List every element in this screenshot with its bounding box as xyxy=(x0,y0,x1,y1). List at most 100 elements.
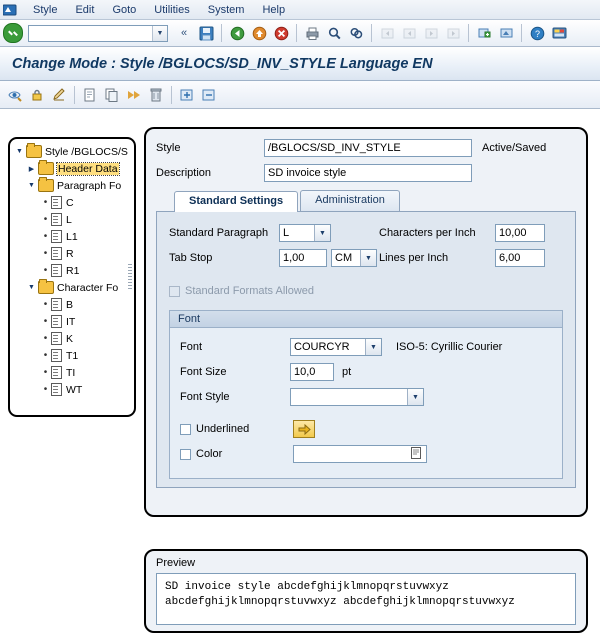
last-page-icon[interactable] xyxy=(443,23,463,43)
tree-node-character-it[interactable]: • IT xyxy=(12,313,134,330)
chevron-down-icon[interactable]: ▼ xyxy=(14,146,25,157)
chevron-down-icon[interactable]: ▼ xyxy=(26,282,37,293)
find-next-icon[interactable] xyxy=(346,23,366,43)
chevron-down-icon[interactable]: ▼ xyxy=(360,250,376,266)
standard-paragraph-select[interactable]: L ▼ xyxy=(279,224,331,242)
tree-node-character-t1[interactable]: • T1 xyxy=(12,347,134,364)
font-style-select[interactable]: ▼ xyxy=(290,388,424,406)
tree-node-header-data[interactable]: ▶ Header Data xyxy=(12,160,134,177)
bullet-icon: • xyxy=(43,214,48,225)
exit-icon[interactable] xyxy=(249,23,269,43)
tree-node-character-ti[interactable]: • TI xyxy=(12,364,134,381)
previous-page-icon[interactable] xyxy=(399,23,419,43)
lock-icon[interactable] xyxy=(27,85,47,105)
command-field[interactable]: ▼ xyxy=(28,24,168,42)
lines-per-inch-input[interactable]: 6,00 xyxy=(495,249,545,267)
menu-item-system[interactable]: System xyxy=(199,2,254,18)
tab-stop-label: Tab Stop xyxy=(169,252,213,264)
create-icon[interactable] xyxy=(80,85,100,105)
menu-item-goto[interactable]: Goto xyxy=(103,2,145,18)
toolbar-separator xyxy=(74,85,75,104)
chevron-down-icon[interactable]: ▼ xyxy=(407,389,423,405)
print-icon[interactable] xyxy=(302,23,322,43)
delete-icon[interactable] xyxy=(146,85,166,105)
splitter-grip[interactable] xyxy=(128,264,132,290)
bullet-icon: • xyxy=(43,333,48,344)
tree-node-character-b[interactable]: • B xyxy=(12,296,134,313)
font-size-input[interactable]: 10,0 xyxy=(290,363,334,381)
tree-node-label: Character Fo xyxy=(57,281,119,294)
style-input[interactable]: /BGLOCS/SD_INV_STYLE xyxy=(264,139,472,157)
tree-node-character-wt[interactable]: • WT xyxy=(12,381,134,398)
chevron-down-icon[interactable]: ▼ xyxy=(314,225,330,241)
cancel-icon[interactable] xyxy=(271,23,291,43)
ok-check-button[interactable] xyxy=(3,23,23,43)
document-icon xyxy=(51,332,62,345)
tab-administration[interactable]: Administration xyxy=(300,190,400,211)
tab-stop-input[interactable]: 1,00 xyxy=(279,249,327,267)
bullet-icon: • xyxy=(43,316,48,327)
help-icon[interactable]: ? xyxy=(527,23,547,43)
color-row: Color xyxy=(180,443,552,465)
standard-formats-checkbox[interactable] xyxy=(169,285,180,297)
customize-layout-icon[interactable] xyxy=(549,23,569,43)
forward-icon[interactable] xyxy=(124,85,144,105)
menu-item-utilities[interactable]: Utilities xyxy=(145,2,198,18)
color-checkbox[interactable] xyxy=(180,448,191,460)
expand-icon[interactable] xyxy=(177,85,197,105)
tree-node-character-formats[interactable]: ▼ Character Fo xyxy=(12,279,134,296)
tab-stop-unit-select[interactable]: CM ▼ xyxy=(331,249,377,267)
tree-node-paragraph-l1[interactable]: • L1 xyxy=(12,228,134,245)
chevron-down-icon[interactable]: ▼ xyxy=(26,180,37,191)
chevron-down-icon[interactable]: ▼ xyxy=(365,339,381,355)
folder-icon xyxy=(38,177,54,192)
copy-icon[interactable] xyxy=(102,85,122,105)
chevron-right-icon[interactable]: ▶ xyxy=(26,163,37,174)
menu-item-help[interactable]: Help xyxy=(253,2,294,18)
sap-logo-icon[interactable] xyxy=(2,2,18,18)
tree-node-paragraph-r[interactable]: • R xyxy=(12,245,134,262)
status-badge: Active/Saved xyxy=(482,142,547,154)
find-icon[interactable] xyxy=(324,23,344,43)
font-group-title: Font xyxy=(170,311,562,328)
settings-column-right: Characters per Inch 10,00 Lines per Inch… xyxy=(379,222,563,272)
document-icon xyxy=(51,196,62,209)
tree-node-character-k[interactable]: • K xyxy=(12,330,134,347)
standard-formats-label: Standard Formats Allowed xyxy=(185,285,315,297)
tree-node-paragraph-c[interactable]: • C xyxy=(12,194,134,211)
back-icon[interactable] xyxy=(227,23,247,43)
prev-history-icon[interactable]: « xyxy=(174,23,194,43)
underlined-checkbox[interactable] xyxy=(180,423,191,435)
toolbar-separator xyxy=(521,24,522,42)
edit-icon[interactable] xyxy=(49,85,69,105)
create-session-icon[interactable] xyxy=(474,23,494,43)
tree-node-paragraph-l[interactable]: • L xyxy=(12,211,134,228)
tree-node-paragraph-r1[interactable]: • R1 xyxy=(12,262,134,279)
characters-per-inch-input[interactable]: 10,00 xyxy=(495,224,545,242)
underlined-label: Underlined xyxy=(196,423,250,435)
collapse-icon[interactable] xyxy=(199,85,219,105)
description-input[interactable]: SD invoice style xyxy=(264,164,472,182)
create-shortcut-icon[interactable] xyxy=(496,23,516,43)
document-icon xyxy=(51,349,62,362)
tab-standard-settings[interactable]: Standard Settings xyxy=(174,191,299,212)
menu-item-style[interactable]: Style xyxy=(24,2,66,18)
tree-node-label: WT xyxy=(66,383,83,396)
document-icon xyxy=(51,247,62,260)
tree-node-style-root[interactable]: ▼ Style /BGLOCS/S xyxy=(12,143,134,160)
underline-settings-button[interactable] xyxy=(293,420,315,438)
menu-item-edit[interactable]: Edit xyxy=(66,2,103,18)
command-input[interactable] xyxy=(29,26,152,40)
standard-paragraph-value: L xyxy=(283,227,290,239)
font-select[interactable]: COURCYR ▼ xyxy=(290,338,382,356)
toolbar-separator xyxy=(171,85,172,104)
tree-node-label: IT xyxy=(66,315,76,328)
tree-node-paragraph-formats[interactable]: ▼ Paragraph Fo xyxy=(12,177,134,194)
chevron-down-icon[interactable]: ▼ xyxy=(152,25,167,41)
next-page-icon[interactable] xyxy=(421,23,441,43)
first-page-icon[interactable] xyxy=(377,23,397,43)
save-icon[interactable] xyxy=(196,23,216,43)
display-change-icon[interactable] xyxy=(5,85,25,105)
color-input[interactable] xyxy=(293,445,427,463)
color-palette-icon[interactable] xyxy=(411,446,422,462)
